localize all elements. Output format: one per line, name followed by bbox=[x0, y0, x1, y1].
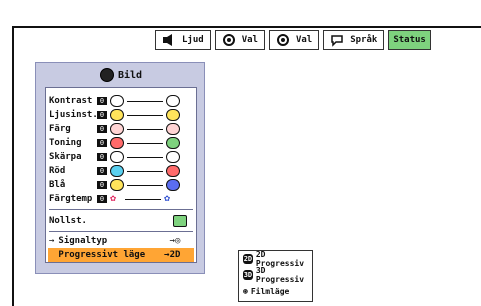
tab-val-1-label: Val bbox=[241, 35, 258, 45]
setting-label: Röd bbox=[49, 166, 66, 176]
progressivt-label: Progressivt läge bbox=[58, 250, 146, 260]
setting-row-skarpa[interactable]: Skärpa 0 bbox=[49, 150, 193, 164]
signal-icon: → bbox=[49, 236, 55, 246]
menu-tabs: Ljud Val Val Språk Status bbox=[155, 30, 431, 54]
setting-slider[interactable] bbox=[127, 128, 163, 130]
setting-row-kontrast[interactable]: Kontrast 0 bbox=[49, 94, 193, 108]
setting-label: Blå bbox=[49, 180, 66, 190]
setting-label: Skärpa bbox=[49, 152, 82, 162]
blue-low-icon bbox=[110, 179, 124, 191]
divider bbox=[49, 209, 193, 210]
sharpness-high-icon bbox=[166, 151, 180, 163]
signaltyp-row[interactable]: → Signaltyp →◎ bbox=[49, 234, 193, 248]
submenu-label: 3D Progressiv bbox=[255, 266, 305, 284]
temp-low-icon: ✿ bbox=[110, 193, 117, 204]
red-low-icon bbox=[110, 165, 124, 177]
setting-slider[interactable] bbox=[127, 114, 163, 116]
progressive-submenu: 2D 2D Progressiv 3D 3D Progressiv ⊛ Film… bbox=[238, 250, 313, 302]
setting-slider[interactable] bbox=[127, 170, 163, 172]
badge-2d-icon: 2D bbox=[243, 254, 253, 264]
color-low-icon bbox=[110, 123, 124, 135]
red-high-icon bbox=[166, 165, 180, 177]
tint-low-icon bbox=[110, 137, 124, 149]
setting-value: 0 bbox=[97, 153, 107, 161]
submenu-item-3d[interactable]: 3D 3D Progressiv bbox=[239, 266, 312, 284]
signaltyp-label: Signaltyp bbox=[58, 236, 108, 246]
blue-high-icon bbox=[166, 179, 180, 191]
setting-value: 0 bbox=[97, 181, 107, 189]
setting-label: Kontrast bbox=[49, 96, 93, 106]
setting-slider[interactable] bbox=[127, 142, 163, 144]
divider bbox=[49, 231, 193, 232]
reset-row[interactable]: Nollst. bbox=[49, 214, 193, 228]
contrast-low-icon bbox=[110, 95, 124, 107]
picture-icon bbox=[99, 68, 114, 82]
menu-panel: Kontrast 0 Ljusinst. 0 Färg 0 Toning 0 S… bbox=[45, 87, 197, 263]
badge-3d-icon: 3D bbox=[243, 270, 253, 280]
tab-sprak[interactable]: Språk bbox=[323, 30, 385, 50]
gear-icon bbox=[222, 33, 236, 47]
setting-value: 0 bbox=[97, 97, 107, 105]
reset-icon bbox=[173, 215, 187, 227]
bild-menu: Bild Kontrast 0 Ljusinst. 0 Färg 0 Tonin… bbox=[35, 62, 205, 274]
setting-value: 0 bbox=[97, 167, 107, 175]
progressive-icon: ■ bbox=[49, 250, 55, 260]
brightness-low-icon bbox=[110, 109, 124, 121]
setting-row-farg[interactable]: Färg 0 bbox=[49, 122, 193, 136]
tab-val-2[interactable]: Val bbox=[268, 30, 320, 50]
setting-label: Ljusinst. bbox=[49, 110, 98, 120]
setting-row-fargtemp[interactable]: Färgtemp 0 ✿ ✿ bbox=[49, 192, 193, 206]
setting-row-rod[interactable]: Röd 0 bbox=[49, 164, 193, 178]
tint-high-icon bbox=[166, 137, 180, 149]
setting-row-toning[interactable]: Toning 0 bbox=[49, 136, 193, 150]
setting-slider[interactable] bbox=[127, 100, 163, 102]
film-icon: ⊛ bbox=[243, 286, 248, 296]
setting-slider[interactable] bbox=[125, 198, 161, 200]
setting-row-ljusinst[interactable]: Ljusinst. 0 bbox=[49, 108, 193, 122]
speech-icon bbox=[330, 33, 344, 47]
setting-slider[interactable] bbox=[127, 156, 163, 158]
speaker-icon bbox=[162, 33, 176, 47]
sharpness-low-icon bbox=[110, 151, 124, 163]
progressivt-arrow-icon: →2D bbox=[164, 250, 181, 260]
menu-title: Bild bbox=[36, 67, 206, 83]
tab-val-2-label: Val bbox=[295, 35, 313, 45]
gear-icon bbox=[276, 33, 290, 47]
tab-ljud-label: Ljud bbox=[182, 35, 204, 45]
setting-value: 0 bbox=[97, 125, 107, 133]
reset-label: Nollst. bbox=[49, 216, 87, 226]
temp-high-icon: ✿ bbox=[164, 193, 171, 204]
setting-value: 0 bbox=[97, 111, 107, 119]
brightness-high-icon bbox=[166, 109, 180, 121]
tab-status-label: Status bbox=[393, 35, 426, 45]
setting-slider[interactable] bbox=[127, 184, 163, 186]
submenu-item-2d[interactable]: 2D 2D Progressiv bbox=[239, 250, 312, 268]
progressivt-row[interactable]: ■ Progressivt läge →2D bbox=[49, 248, 193, 262]
setting-label: Färg bbox=[49, 124, 71, 134]
setting-value: 0 bbox=[97, 139, 107, 147]
setting-label: Toning bbox=[49, 138, 82, 148]
tab-val-1[interactable]: Val bbox=[214, 30, 265, 50]
signaltyp-arrow-icon: →◎ bbox=[169, 236, 181, 246]
submenu-item-film[interactable]: ⊛ Filmläge bbox=[239, 283, 312, 299]
setting-row-bla[interactable]: Blå 0 bbox=[49, 178, 193, 192]
setting-value: 0 bbox=[97, 195, 107, 203]
setting-label: Färgtemp bbox=[49, 194, 93, 204]
tab-ljud[interactable]: Ljud bbox=[155, 30, 211, 50]
contrast-high-icon bbox=[166, 95, 180, 107]
tab-status[interactable]: Status bbox=[388, 30, 431, 50]
color-high-icon bbox=[166, 123, 180, 135]
submenu-label: Filmläge bbox=[250, 286, 290, 296]
tab-sprak-label: Språk bbox=[350, 35, 378, 45]
menu-title-label: Bild bbox=[117, 69, 143, 81]
